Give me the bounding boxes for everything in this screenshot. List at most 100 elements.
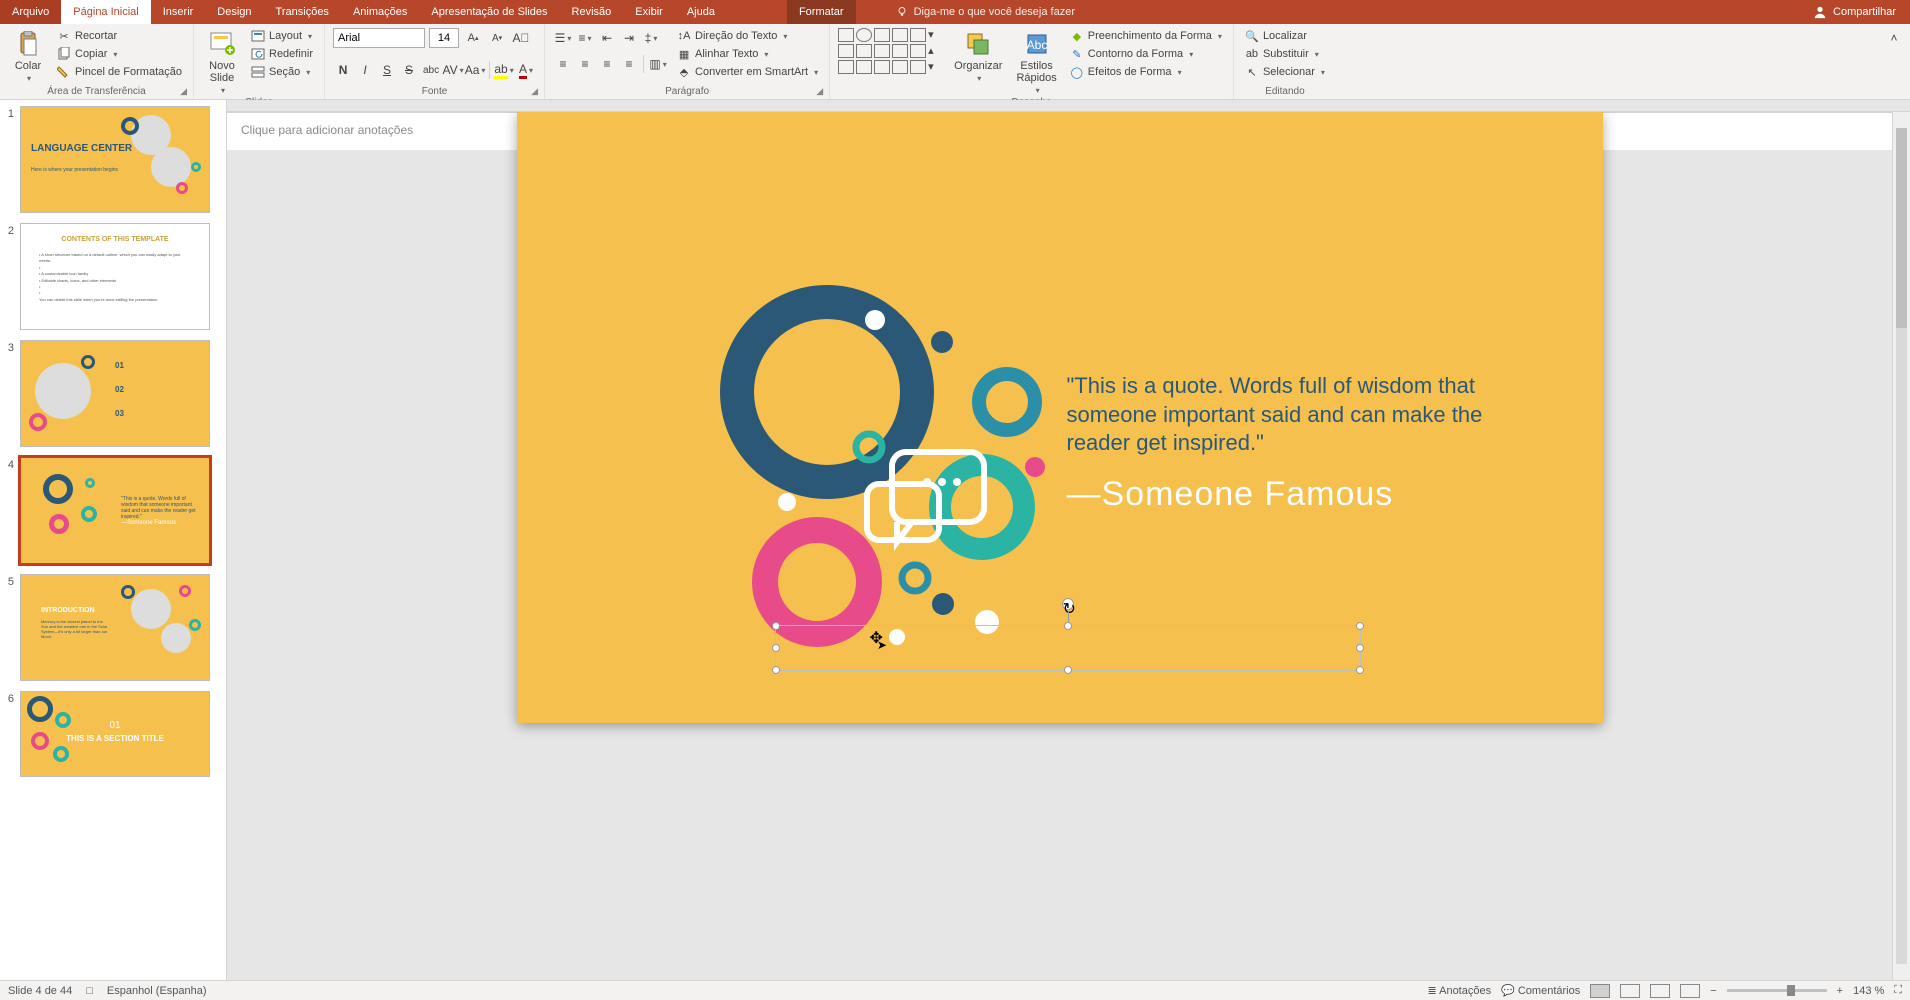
text-direction-button[interactable]: ↕ADireção do Texto▾ [674,28,821,44]
tab-slideshow[interactable]: Apresentação de Slides [419,0,559,24]
replace-button[interactable]: abSubstituir▾ [1242,46,1328,62]
align-center-button[interactable]: ≡ [575,54,595,74]
status-language[interactable]: Espanhol (Espanha) [107,985,207,997]
resize-handle[interactable] [1064,666,1072,674]
resize-handle[interactable] [772,666,780,674]
justify-button[interactable]: ≡ [619,54,639,74]
decrease-font-button[interactable]: A▾ [487,28,507,48]
share-button[interactable]: Compartilhar [1799,0,1910,24]
section-button[interactable]: Seção▾ [248,64,316,80]
increase-indent-button[interactable]: ⇥ [619,28,639,48]
vertical-scrollbar[interactable] [1892,112,1910,980]
tell-me-search[interactable]: Diga-me o que você deseja fazer [896,0,1075,24]
zoom-slider[interactable] [1727,989,1827,992]
resize-handle[interactable] [1356,666,1364,674]
increase-font-button[interactable]: A▴ [463,28,483,48]
underline-button[interactable]: S [377,60,397,80]
arrange-label: Organizar [954,60,1002,72]
slideshow-view-button[interactable] [1680,984,1700,998]
copy-button[interactable]: Copiar▾ [54,46,185,62]
slide-thumbnail-4[interactable]: "This is a quote. Words full of wisdom t… [20,457,210,564]
slide-thumbnail-5[interactable]: INTRODUCTION Mercury is the closest plan… [20,574,210,681]
strike-button[interactable]: S [399,60,419,80]
tab-file[interactable]: Arquivo [0,0,61,24]
font-name-input[interactable] [333,28,425,48]
zoom-level[interactable]: 143 % [1853,985,1884,997]
tab-format[interactable]: Formatar [787,0,856,24]
slide-thumbnail-2[interactable]: CONTENTS OF THIS TEMPLATE • A short stru… [20,223,210,330]
decrease-indent-button[interactable]: ⇤ [597,28,617,48]
convert-smartart-button[interactable]: ⬘Converter em SmartArt▾ [674,64,821,80]
reset-button[interactable]: Redefinir [248,46,316,62]
slide-thumbnail-1[interactable]: LANGUAGE CENTER Here is where your prese… [20,106,210,213]
resize-handle[interactable] [1064,622,1072,630]
launcher-icon[interactable]: ◢ [816,86,823,97]
slide-canvas[interactable]: "This is a quote. Words full of wisdom t… [517,112,1603,723]
group-paragraph-title: Parágrafo [665,86,709,97]
person-icon [1813,5,1827,19]
quote-text[interactable]: "This is a quote. Words full of wisdom t… [1067,372,1507,516]
resize-handle[interactable] [772,622,780,630]
fit-window-button[interactable]: ⛶ [1894,984,1902,997]
highlight-button[interactable]: ab▾ [494,60,514,80]
shadow-button[interactable]: abc [421,60,441,80]
zoom-out-button[interactable]: − [1710,985,1716,997]
thumbnail-panel[interactable]: 1 LANGUAGE CENTER Here is where your pre… [0,100,227,980]
launcher-icon[interactable]: ◢ [180,86,187,97]
tab-transitions[interactable]: Transições [264,0,341,24]
line-spacing-button[interactable]: ‡▾ [641,28,661,48]
reading-view-button[interactable] [1650,984,1670,998]
change-case-button[interactable]: Aa▾ [465,60,485,80]
bold-button[interactable]: N [333,60,353,80]
shape-fill-button[interactable]: ◆Preenchimento da Forma▾ [1067,28,1225,44]
tab-animations[interactable]: Animações [341,0,419,24]
shape-outline-button[interactable]: ✎Contorno da Forma▾ [1067,46,1225,62]
slide-thumbnail-3[interactable]: 01 02 03 [20,340,210,447]
tab-view[interactable]: Exibir [623,0,675,24]
rotate-handle[interactable]: ↻ [1062,598,1074,610]
tab-help[interactable]: Ajuda [675,0,727,24]
launcher-icon[interactable]: ◢ [531,86,538,97]
resize-handle[interactable] [772,644,780,652]
tab-insert[interactable]: Inserir [151,0,206,24]
tab-design[interactable]: Design [205,0,263,24]
shape-gallery[interactable]: ▾ ▴ ▾ [838,28,944,74]
collapse-ribbon-button[interactable]: ˄ [1884,28,1904,48]
align-right-button[interactable]: ≡ [597,54,617,74]
sorter-view-button[interactable] [1620,984,1640,998]
arrange-button[interactable]: Organizar▾ [950,28,1006,85]
resize-handle[interactable] [1356,644,1364,652]
normal-view-button[interactable] [1590,984,1610,998]
layout-button[interactable]: Layout▾ [248,28,316,44]
cut-button[interactable]: ✂Recortar [54,28,185,44]
select-button[interactable]: ↖Selecionar▾ [1242,64,1328,80]
align-text-button[interactable]: ▦Alinhar Texto▾ [674,46,821,62]
bullets-button[interactable]: ☰▾ [553,28,573,48]
new-slide-button[interactable]: Novo Slide▾ [202,28,242,97]
italic-button[interactable]: I [355,60,375,80]
clear-format-button[interactable]: A⃠ [511,28,531,48]
spellcheck-icon[interactable]: □ [86,985,93,997]
font-color-button[interactable]: A▾ [516,60,536,80]
columns-button[interactable]: ▥▾ [648,54,668,74]
find-button[interactable]: 🔍Localizar [1242,28,1328,44]
align-left-button[interactable]: ≡ [553,54,573,74]
notes-toggle[interactable]: ≣ Anotações [1427,984,1491,997]
pointer-icon: ↖ [1245,65,1259,79]
shape-effects-button[interactable]: ◯Efeitos de Forma▾ [1067,64,1225,80]
paste-button[interactable]: Colar▾ [8,28,48,85]
selected-textbox[interactable]: ↻ [775,625,1361,671]
slide-thumbnail-6[interactable]: 01 THIS IS A SECTION TITLE [20,691,210,777]
quick-styles-button[interactable]: Abc Estilos Rápidos▾ [1012,28,1060,97]
tab-review[interactable]: Revisão [560,0,624,24]
tab-home[interactable]: Página Inicial [61,0,150,24]
comments-toggle[interactable]: 💬 Comentários [1501,984,1580,997]
quote-author: —Someone Famous [1067,472,1507,516]
font-size-input[interactable] [429,28,459,48]
slide-editor[interactable]: "This is a quote. Words full of wisdom t… [227,100,1910,980]
format-painter-button[interactable]: Pincel de Formatação [54,64,185,80]
resize-handle[interactable] [1356,622,1364,630]
zoom-in-button[interactable]: + [1837,985,1843,997]
char-spacing-button[interactable]: AV▾ [443,60,463,80]
numbering-button[interactable]: ≡▾ [575,28,595,48]
